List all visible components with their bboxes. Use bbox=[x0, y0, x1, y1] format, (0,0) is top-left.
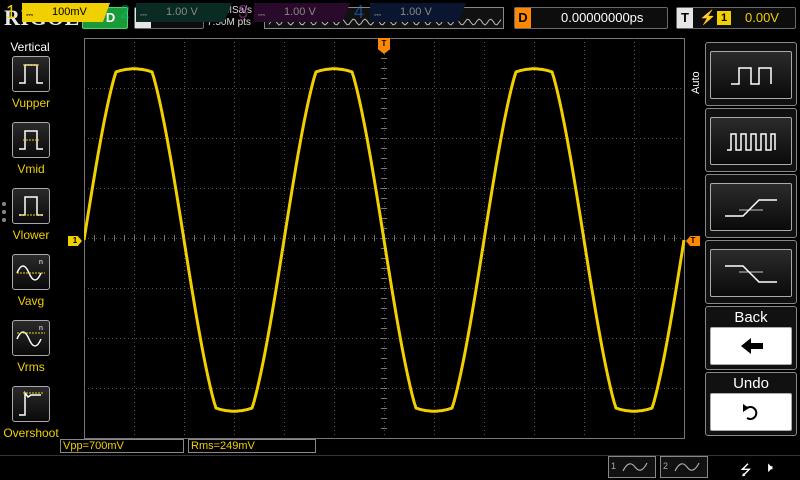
measure-vlower[interactable]: Vlower bbox=[0, 188, 62, 252]
channel1-offset-marker[interactable]: 1 bbox=[68, 236, 82, 246]
vupper-icon bbox=[12, 56, 50, 92]
delay-box[interactable]: D 0.00000000ps bbox=[514, 7, 668, 29]
vrms-label: Vrms bbox=[17, 360, 45, 374]
channel3-number: 3 bbox=[238, 2, 249, 22]
channel2-scale: 1.00 V bbox=[166, 6, 198, 18]
measurement-rms[interactable]: Rms=249mV bbox=[188, 439, 316, 453]
vavg-icon: n bbox=[12, 254, 50, 290]
channel1-trace bbox=[84, 67, 686, 413]
measure-vmid[interactable]: Vmid bbox=[0, 122, 62, 186]
trigger-level-marker[interactable]: T bbox=[686, 236, 700, 246]
auto-mode-label: Auto bbox=[690, 71, 702, 94]
generator2-button[interactable]: 2 bbox=[660, 456, 708, 478]
delay-value: 0.00000000ps bbox=[561, 10, 644, 25]
measure-vupper[interactable]: Vupper bbox=[0, 56, 62, 120]
channel4-number: 4 bbox=[354, 2, 365, 22]
channel1-number: 1 bbox=[6, 2, 17, 22]
falling-edge-icon bbox=[710, 249, 792, 297]
trigger-edge-icon: ⚡ bbox=[699, 9, 717, 25]
generator2-number: 2 bbox=[663, 461, 669, 471]
vrms-icon: n bbox=[12, 320, 50, 356]
channel3-scale-box: ⎓ 1.00 V bbox=[254, 3, 350, 22]
single-pulse-icon bbox=[710, 51, 792, 99]
channel1-scale: 100mV bbox=[52, 6, 87, 18]
delay-letter: D bbox=[515, 8, 531, 28]
fall-time-measure-button[interactable] bbox=[705, 240, 797, 304]
speaker-muted-icon[interactable]: 🕨 bbox=[764, 459, 773, 476]
vmid-label: Vmid bbox=[17, 162, 45, 176]
svg-text:n: n bbox=[39, 325, 43, 332]
undo-button[interactable]: Undo bbox=[705, 372, 797, 436]
channel4-scale: 1.00 V bbox=[400, 6, 432, 18]
undo-label: Undo bbox=[733, 375, 769, 392]
rising-edge-icon bbox=[710, 183, 792, 231]
trigger-box[interactable]: T ⚡ 1 0.00V bbox=[676, 7, 796, 29]
period-measure-button[interactable] bbox=[705, 42, 797, 106]
pulse-train-icon bbox=[710, 117, 792, 165]
overshoot-label: Overshoot bbox=[3, 426, 59, 440]
channel4-scale-box: ⎓ 1.00 V bbox=[370, 3, 466, 22]
channel3-scale: 1.00 V bbox=[284, 6, 316, 18]
channel1-scale-box: ⎓ 100mV bbox=[22, 3, 110, 22]
channel1-waveform bbox=[84, 67, 686, 413]
undo-icon bbox=[710, 393, 792, 431]
channel2-scale-box: ⎓ 1.00 V bbox=[136, 3, 232, 22]
vlower-icon bbox=[12, 188, 50, 224]
measure-overshoot[interactable]: Overshoot bbox=[0, 386, 62, 450]
trigger-letter: T bbox=[677, 8, 693, 28]
measure-vavg[interactable]: n Vavg bbox=[0, 254, 62, 318]
trigger-level: 0.00V bbox=[745, 10, 779, 25]
vupper-label: Vupper bbox=[11, 96, 51, 110]
vlower-label: Vlower bbox=[12, 228, 50, 242]
usb-icon: ⭍ bbox=[740, 462, 752, 478]
measure-vrms[interactable]: n Vrms bbox=[0, 320, 62, 384]
generator1-button[interactable]: 1 bbox=[608, 456, 656, 478]
vmid-icon bbox=[12, 122, 50, 158]
waveform-display[interactable] bbox=[84, 38, 686, 440]
vavg-label: Vavg bbox=[17, 294, 45, 308]
svg-text:n: n bbox=[39, 259, 43, 266]
frequency-measure-button[interactable] bbox=[705, 108, 797, 172]
trigger-source: 1 bbox=[717, 11, 731, 25]
menu-title: Vertical bbox=[10, 40, 50, 54]
vertical-measure-menu: Vertical Vupper Vmid Vlower n Vavg n Vrm… bbox=[0, 38, 62, 454]
measurement-vpp[interactable]: Vpp=700mV bbox=[60, 439, 184, 453]
channel2-number: 2 bbox=[120, 2, 131, 22]
back-button[interactable]: Back bbox=[705, 306, 797, 370]
generator1-number: 1 bbox=[611, 461, 617, 471]
rise-time-measure-button[interactable] bbox=[705, 174, 797, 238]
back-label: Back bbox=[734, 309, 768, 326]
overshoot-icon bbox=[12, 386, 50, 422]
back-arrow-icon bbox=[710, 327, 792, 365]
